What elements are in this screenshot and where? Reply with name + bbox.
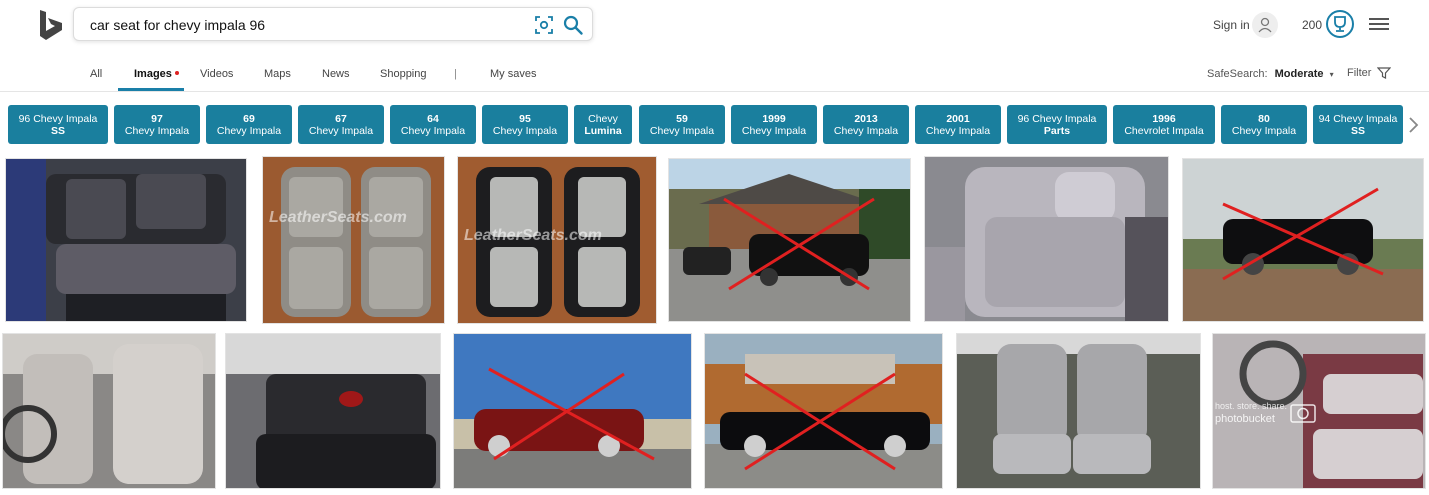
related-chip[interactable]: 94 Chevy Impala SS	[1313, 105, 1403, 144]
car-photo-crossed	[705, 334, 942, 488]
filter-label: Filter	[1347, 67, 1372, 79]
image-result[interactable]: LeatherSeats.com	[262, 156, 445, 324]
seat-photo	[925, 157, 1168, 321]
image-result[interactable]: LeatherSeats.com	[457, 156, 657, 324]
related-chip[interactable]: 80 Chevy Impala	[1221, 105, 1307, 144]
top-bar: car seat for chevy impala 96 Sign in 200	[0, 0, 1429, 56]
related-chip[interactable]: 1999 Chevy Impala	[731, 105, 817, 144]
avatar-icon[interactable]	[1252, 12, 1278, 38]
image-result[interactable]	[1182, 158, 1424, 322]
tab-videos[interactable]: Videos	[200, 68, 233, 80]
watermark-sub: host. store. share.	[1215, 401, 1288, 411]
sign-in-link[interactable]: Sign in	[1213, 18, 1250, 32]
chevron-right-icon[interactable]	[1404, 110, 1424, 140]
image-result[interactable]	[924, 156, 1169, 322]
visual-search-icon[interactable]	[534, 15, 554, 35]
watermark: photobucket	[1215, 413, 1275, 425]
seat-photo	[957, 334, 1200, 488]
search-input[interactable]: car seat for chevy impala 96	[90, 17, 265, 33]
image-result[interactable]	[704, 333, 943, 489]
rewards-trophy-icon[interactable]	[1326, 10, 1354, 38]
menu-icon[interactable]	[1369, 15, 1389, 33]
image-result[interactable]	[453, 333, 692, 489]
seat-photo	[6, 159, 246, 321]
related-chip[interactable]: 2013 Chevy Impala	[823, 105, 909, 144]
seat-photo	[3, 334, 215, 488]
rewards-points[interactable]: 200	[1302, 18, 1322, 32]
related-chip[interactable]: 67 Chevy Impala	[298, 105, 384, 144]
image-result[interactable]	[5, 158, 247, 322]
bing-logo-icon[interactable]	[38, 10, 64, 40]
related-chip[interactable]: 59 Chevy Impala	[639, 105, 725, 144]
image-result[interactable]	[225, 333, 441, 489]
new-dot-indicator	[175, 71, 179, 75]
camera-icon	[1290, 404, 1316, 423]
safesearch-label: SafeSearch:	[1207, 68, 1268, 80]
related-chip[interactable]: 64 Chevy Impala	[390, 105, 476, 144]
tab-shopping[interactable]: Shopping	[380, 68, 427, 80]
seat-photo	[226, 334, 440, 488]
related-chip[interactable]: 69 Chevy Impala	[206, 105, 292, 144]
image-result[interactable]	[2, 333, 216, 489]
search-icon[interactable]	[562, 14, 584, 36]
related-chip[interactable]: 1996 Chevrolet Impala	[1113, 105, 1215, 144]
active-tab-underline	[118, 88, 184, 91]
nav-separator: |	[454, 68, 457, 80]
tab-images[interactable]: Images	[134, 68, 172, 80]
related-searches: 96 Chevy Impala SS 97 Chevy Impala 69 Chevy…	[0, 105, 1429, 145]
related-chip[interactable]: 96 Chevy Impala Parts	[1007, 105, 1107, 144]
car-photo-crossed	[454, 334, 691, 488]
safesearch-value: Moderate	[1274, 68, 1324, 80]
seat-covers-photo	[263, 157, 444, 323]
related-chip[interactable]: 97 Chevy Impala	[114, 105, 200, 144]
watermark: LeatherSeats.com	[269, 209, 407, 226]
related-chip[interactable]: 96 Chevy Impala SS	[8, 105, 108, 144]
filter-funnel-icon	[1376, 67, 1391, 80]
tab-my-saves[interactable]: My saves	[490, 68, 536, 80]
filter-button[interactable]: Filter	[1347, 67, 1391, 80]
tab-news[interactable]: News	[322, 68, 350, 80]
vertical-nav: All Images Videos Maps News Shopping | M…	[0, 56, 1429, 92]
tab-all[interactable]: All	[90, 68, 102, 80]
image-result[interactable]	[956, 333, 1201, 489]
related-chip[interactable]: 2001 Chevy Impala	[915, 105, 1001, 144]
seat-photo	[1213, 334, 1425, 488]
image-result[interactable]: host. store. share. photobucket	[1212, 333, 1426, 489]
caret-down-icon: ▾	[1329, 70, 1334, 79]
related-chip[interactable]: 95 Chevy Impala	[482, 105, 568, 144]
related-chip[interactable]: Chevy Lumina	[574, 105, 632, 144]
image-result[interactable]	[668, 158, 911, 322]
car-photo-crossed	[669, 159, 910, 321]
tab-maps[interactable]: Maps	[264, 68, 291, 80]
car-photo-crossed	[1183, 159, 1423, 321]
watermark: LeatherSeats.com	[464, 227, 602, 244]
safesearch-dropdown[interactable]: SafeSearch: Moderate ▾	[1207, 68, 1334, 80]
search-box[interactable]: car seat for chevy impala 96	[73, 7, 593, 41]
